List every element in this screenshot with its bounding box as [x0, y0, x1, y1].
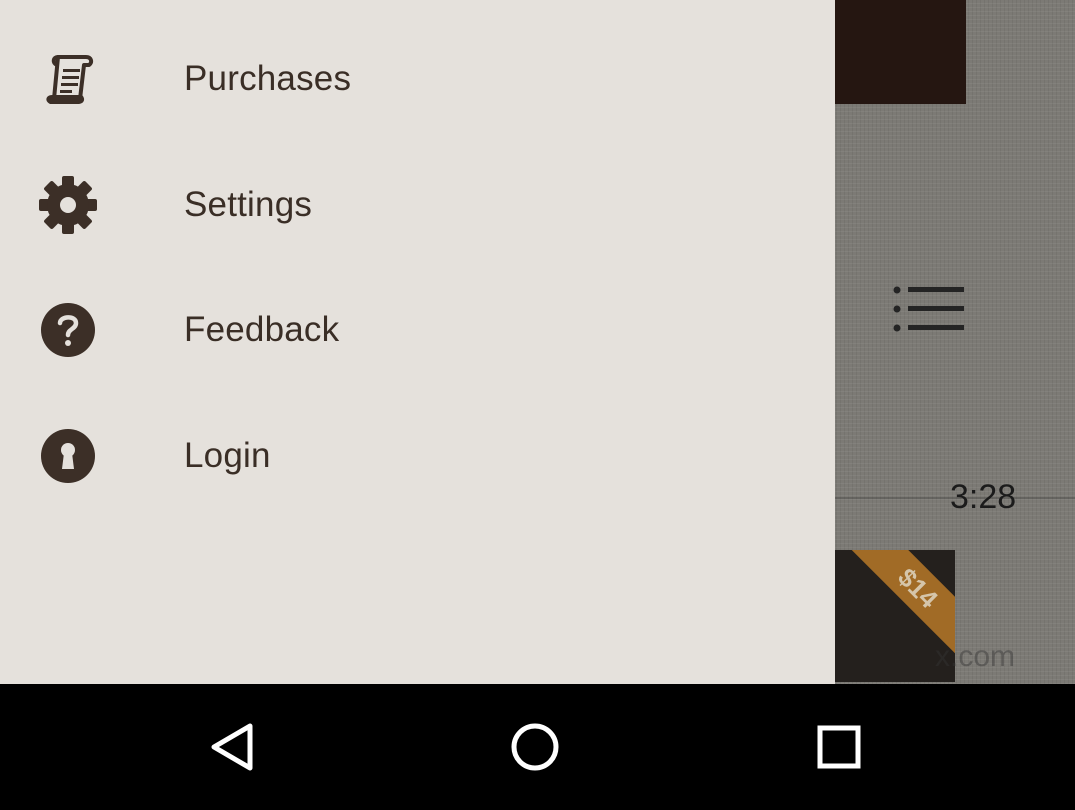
- scroll-icon: [38, 49, 98, 109]
- drawer-item-settings[interactable]: Settings: [0, 142, 835, 268]
- back-triangle-icon: [211, 723, 253, 771]
- drawer-item-purchases[interactable]: Purchases: [0, 16, 835, 142]
- navigation-bar: [0, 684, 1075, 810]
- drawer-item-login[interactable]: Login: [0, 393, 835, 519]
- drawer-item-feedback[interactable]: Feedback: [0, 267, 835, 393]
- drawer-item-label: Purchases: [184, 59, 352, 98]
- navigation-drawer: Purchases Settings Feedback Login: [0, 0, 835, 684]
- drawer-item-label: Login: [184, 436, 271, 475]
- help-circle-icon: [38, 300, 98, 360]
- drawer-item-label: Feedback: [184, 310, 340, 349]
- back-button[interactable]: [200, 714, 266, 780]
- recents-square-icon: [817, 725, 861, 769]
- recents-button[interactable]: [806, 714, 872, 780]
- home-button[interactable]: [502, 714, 568, 780]
- home-circle-icon: [511, 723, 559, 771]
- screen: 3:28 $14 x.com Purchases Settings Feedba…: [0, 0, 1075, 810]
- keyhole-icon: [38, 426, 98, 486]
- drawer-item-label: Settings: [184, 185, 313, 224]
- gear-icon: [38, 175, 98, 235]
